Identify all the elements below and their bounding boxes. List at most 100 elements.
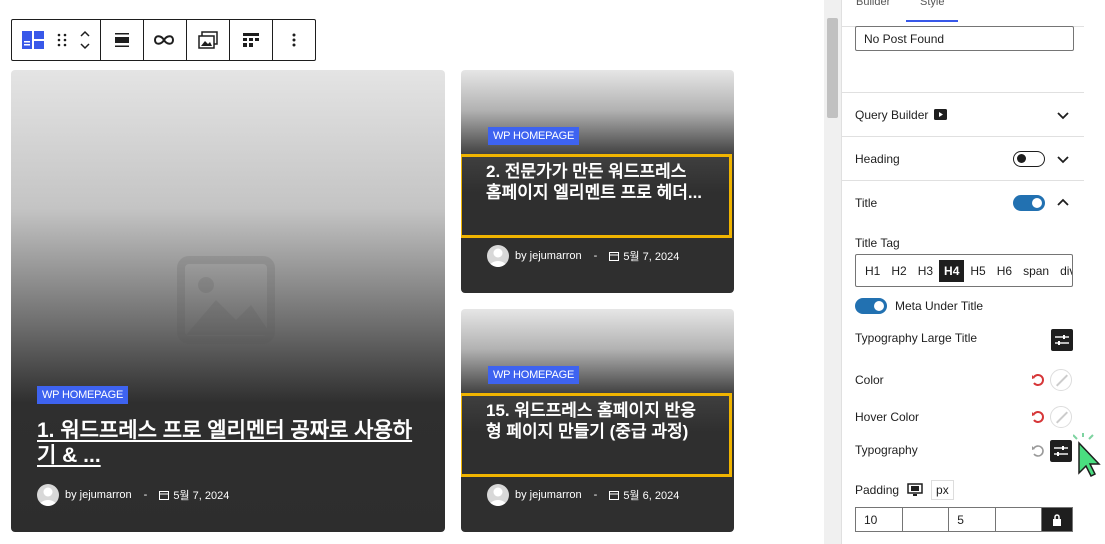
chevron-down-icon[interactable] <box>1055 107 1071 123</box>
category-badge[interactable]: WP HOMEPAGE <box>488 366 580 384</box>
padding-top-input[interactable]: 10 <box>856 508 903 531</box>
layout-icon[interactable] <box>238 27 264 53</box>
lock-icon <box>1053 513 1062 526</box>
toolbar-group-more <box>273 20 315 60</box>
meta-under-title-toggle[interactable] <box>855 298 887 314</box>
reset-icon[interactable] <box>1031 410 1045 424</box>
post-meta: by jejumarron - 5월 7, 2024 <box>37 484 229 506</box>
avatar <box>37 484 59 506</box>
block-icon[interactable] <box>20 27 46 53</box>
typography-label: Typography <box>855 443 918 457</box>
tag-option-h1[interactable]: H1 <box>860 260 885 282</box>
scrollbar-thumb[interactable] <box>827 18 838 118</box>
more-options-icon[interactable] <box>281 27 307 53</box>
tag-option-h3[interactable]: H3 <box>913 260 938 282</box>
padding-inputs: 10 5 <box>855 507 1073 532</box>
tab-builder[interactable]: Builder <box>856 0 890 8</box>
video-icon[interactable] <box>934 109 948 120</box>
link-values-lock[interactable] <box>1042 508 1072 531</box>
padding-bottom-input[interactable]: 5 <box>949 508 996 531</box>
color-label: Color <box>855 373 884 387</box>
canvas-scrollbar[interactable] <box>824 0 841 544</box>
post-title[interactable]: 2. 전문가가 만든 워드프레스 홈페이지 엘리멘트 프로 헤더... <box>461 154 732 238</box>
post-date: 5월 7, 2024 <box>623 251 680 263</box>
no-post-found-field[interactable]: No Post Found <box>855 26 1074 51</box>
toolbar-group-align <box>101 20 144 60</box>
title-tag-selector: H1 H2 H3 H4 H5 H6 span div <box>855 254 1073 287</box>
post-card-small-2[interactable]: WP HOMEPAGE 15. 워드프레스 홈페이지 반응형 페이지 만들기 (… <box>461 309 734 532</box>
toolbar-group-media <box>187 20 230 60</box>
padding-row: Padding px <box>855 480 954 500</box>
color-swatch[interactable] <box>1050 369 1072 391</box>
featured-image-icon[interactable] <box>195 27 221 53</box>
meta-separator: - <box>593 489 598 501</box>
desktop-icon[interactable] <box>907 483 923 497</box>
tab-style[interactable]: Style <box>920 0 944 8</box>
post-meta: by jejumarron - 5월 7, 2024 <box>487 245 679 267</box>
post-title[interactable]: 1. 워드프레스 프로 엘리멘터 공짜로 사용하기 & ... <box>37 418 427 468</box>
move-icon[interactable] <box>78 27 92 53</box>
typography-settings-icon[interactable] <box>1049 439 1073 463</box>
padding-left-input[interactable] <box>996 508 1043 531</box>
settings-sidebar: Builder Style No Post Found Query Builde… <box>841 0 1105 544</box>
active-tab-indicator <box>906 20 958 22</box>
post-author[interactable]: by jejumarron <box>515 250 582 262</box>
avatar <box>487 484 509 506</box>
tag-option-div[interactable]: div <box>1055 260 1072 282</box>
post-author[interactable]: by jejumarron <box>515 489 582 501</box>
hover-color-swatch[interactable] <box>1050 406 1072 428</box>
category-badge[interactable]: WP HOMEPAGE <box>37 386 129 404</box>
padding-label: Padding <box>855 483 900 497</box>
toolbar-group-layout <box>230 20 273 60</box>
tag-option-h4[interactable]: H4 <box>939 259 965 282</box>
panel-query-builder[interactable]: Query Builder <box>842 92 1084 136</box>
tag-option-h5[interactable]: H5 <box>965 260 990 282</box>
post-title[interactable]: 15. 워드프레스 홈페이지 반응형 페이지 만들기 (중급 과정) <box>461 393 732 477</box>
typography-settings-icon[interactable] <box>1051 329 1073 351</box>
avatar <box>487 245 509 267</box>
sidebar-tabs: Builder Style <box>842 0 1084 27</box>
padding-right-input[interactable] <box>903 508 950 531</box>
tag-option-h6[interactable]: H6 <box>992 260 1017 282</box>
tag-option-h2[interactable]: H2 <box>886 260 911 282</box>
panel-label: Title <box>855 195 878 210</box>
panel-label: Heading <box>855 151 900 166</box>
panel-title[interactable]: Title <box>842 180 1084 224</box>
image-placeholder-icon <box>177 256 275 344</box>
heading-toggle[interactable] <box>1013 150 1045 167</box>
panel-heading[interactable]: Heading <box>842 136 1084 180</box>
category-badge[interactable]: WP HOMEPAGE <box>488 127 580 145</box>
toolbar-group-link <box>144 20 187 60</box>
meta-under-title-label: Meta Under Title <box>895 299 984 313</box>
post-card-large[interactable]: WP HOMEPAGE 1. 워드프레스 프로 엘리멘터 공짜로 사용하기 & … <box>11 70 445 532</box>
title-toggle[interactable] <box>1013 194 1045 211</box>
drag-handle-icon[interactable] <box>56 27 68 53</box>
post-author[interactable]: by jejumarron <box>65 489 132 501</box>
title-tag-label: Title Tag <box>855 236 900 250</box>
reset-icon[interactable] <box>1031 373 1045 387</box>
post-meta: by jejumarron - 5월 6, 2024 <box>487 484 679 506</box>
align-icon[interactable] <box>109 27 135 53</box>
calendar-icon <box>609 491 620 500</box>
post-card-small-1[interactable]: WP HOMEPAGE 2. 전문가가 만든 워드프레스 홈페이지 엘리멘트 프… <box>461 70 734 293</box>
calendar-icon <box>159 491 170 500</box>
mouse-cursor-icon <box>1073 433 1101 477</box>
post-date: 5월 6, 2024 <box>623 490 680 502</box>
block-toolbar <box>11 19 316 61</box>
chevron-down-icon[interactable] <box>1055 151 1071 167</box>
editor-canvas: WP HOMEPAGE 1. 워드프레스 프로 엘리멘터 공짜로 사용하기 & … <box>0 0 824 544</box>
meta-under-title-row: Meta Under Title <box>855 298 983 314</box>
toolbar-group-block <box>12 20 101 60</box>
panel-label: Query Builder <box>855 107 929 122</box>
unit-selector[interactable]: px <box>931 480 954 500</box>
reset-icon[interactable] <box>1031 444 1045 458</box>
calendar-icon <box>609 252 620 261</box>
hover-color-label: Hover Color <box>855 410 920 424</box>
chevron-up-icon[interactable] <box>1055 195 1071 211</box>
tag-option-span[interactable]: span <box>1018 260 1054 282</box>
typography-large-title-label: Typography Large Title <box>855 331 978 345</box>
post-date: 5월 7, 2024 <box>173 490 230 502</box>
link-icon[interactable] <box>152 27 178 53</box>
meta-separator: - <box>593 250 598 262</box>
meta-separator: - <box>143 489 148 501</box>
